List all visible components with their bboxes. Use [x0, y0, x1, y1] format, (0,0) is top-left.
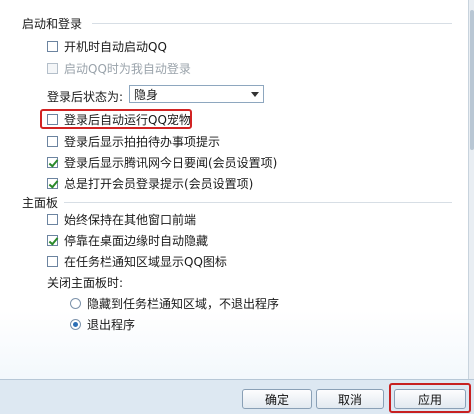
checkbox-member-login-tip[interactable]: 总是打开会员登录提示(会员设置项) — [47, 175, 253, 191]
radio-button[interactable] — [70, 297, 81, 309]
radio-label: 隐藏到任务栏通知区域，不退出程序 — [87, 296, 280, 311]
login-status-label: 登录后状态为: — [47, 89, 124, 104]
highlight-box-qq-pet — [40, 109, 192, 129]
checkbox-label: 登录后显示腾讯网今日要闻(会员设置项) — [64, 155, 278, 170]
checkbox-box[interactable] — [47, 255, 58, 267]
ok-button[interactable]: 确定 — [242, 389, 312, 409]
checkbox-box[interactable] — [47, 135, 58, 147]
radio-exit-program[interactable]: 退出程序 — [70, 316, 135, 332]
checkbox-label: 在任务栏通知区域显示QQ图标 — [64, 254, 227, 269]
section-title-login: 启动和登录 — [22, 17, 83, 31]
login-status-select[interactable]: 隐身 — [129, 85, 264, 103]
checkbox-always-on-top[interactable]: 始终保持在其他窗口前端 — [47, 211, 196, 227]
checkbox-tencent-news[interactable]: 登录后显示腾讯网今日要闻(会员设置项) — [47, 154, 277, 170]
checkbox-auto-login: 启动QQ时为我自动登录 — [47, 60, 191, 76]
checkbox-box[interactable] — [47, 213, 58, 225]
checkbox-box — [47, 62, 58, 74]
checkbox-label: 开机时自动启动QQ — [64, 39, 167, 54]
radio-hide-to-tray[interactable]: 隐藏到任务栏通知区域，不退出程序 — [70, 295, 279, 311]
checkbox-box[interactable] — [47, 234, 58, 246]
checkbox-auto-start[interactable]: 开机时自动启动QQ — [47, 38, 167, 54]
radio-label: 退出程序 — [87, 317, 136, 332]
highlight-box-apply — [389, 383, 471, 413]
checkbox-tray-icon[interactable]: 在任务栏通知区域显示QQ图标 — [47, 253, 227, 269]
vertical-scrollbar[interactable] — [468, 0, 474, 379]
checkbox-paipai-todo[interactable]: 登录后显示拍拍待办事项提示 — [47, 133, 220, 149]
cancel-button[interactable]: 取消 — [316, 389, 384, 409]
checkbox-label: 总是打开会员登录提示(会员设置项) — [64, 176, 254, 191]
section-title-main-panel: 主面板 — [22, 196, 59, 210]
checkbox-label: 登录后显示拍拍待办事项提示 — [64, 134, 221, 149]
checkbox-label: 启动QQ时为我自动登录 — [64, 61, 191, 76]
checkbox-label: 始终保持在其他窗口前端 — [64, 212, 197, 227]
section-divider-main-panel — [64, 202, 452, 203]
checkbox-auto-hide[interactable]: 停靠在桌面边缘时自动隐藏 — [47, 232, 208, 248]
radio-button[interactable] — [70, 318, 81, 330]
checkbox-label: 停靠在桌面边缘时自动隐藏 — [64, 233, 209, 248]
scrollbar-thumb[interactable] — [470, 10, 474, 150]
login-status-row: 登录后状态为: — [47, 86, 123, 106]
close-panel-label: 关闭主面板时: — [47, 275, 124, 290]
chevron-down-icon — [251, 92, 259, 97]
checkbox-box[interactable] — [47, 156, 58, 168]
close-panel-label-row: 关闭主面板时: — [47, 274, 123, 290]
checkbox-box[interactable] — [47, 40, 58, 52]
section-divider-login — [92, 23, 452, 24]
login-status-value: 隐身 — [134, 87, 159, 102]
settings-panel: 启动和登录 开机时自动启动QQ 启动QQ时为我自动登录 登录后状态为: 隐身 登… — [0, 0, 468, 379]
checkbox-box[interactable] — [47, 177, 58, 189]
